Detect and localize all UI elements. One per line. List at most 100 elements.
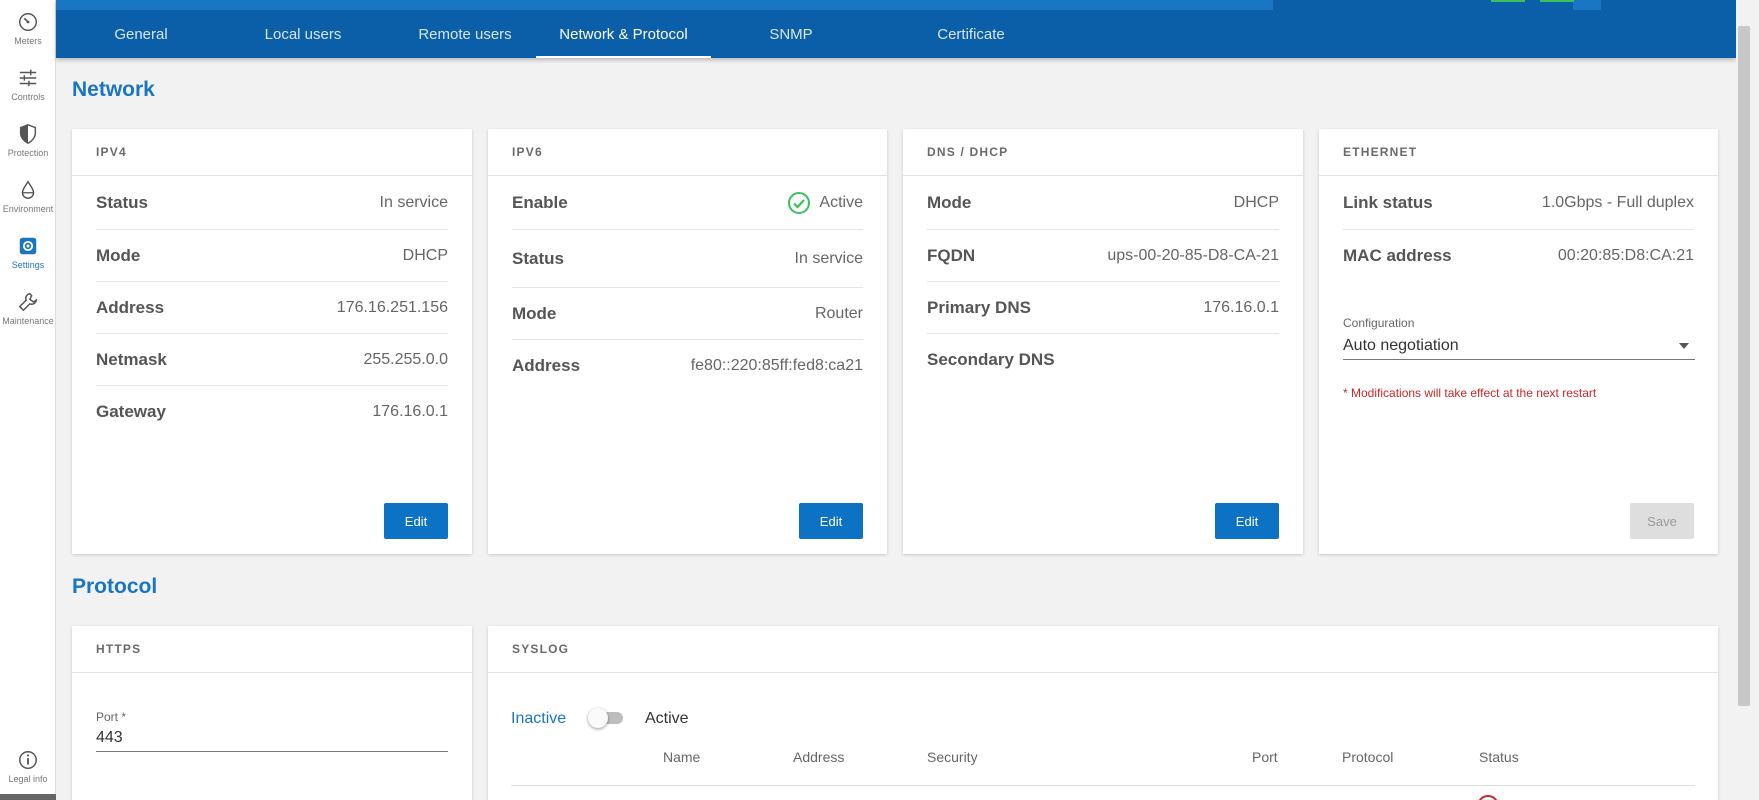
- shield-icon: [19, 123, 37, 144]
- tab-certificate[interactable]: Certificate: [896, 10, 1046, 58]
- sidebar-item-label: Environment: [2, 203, 54, 214]
- dns-fqdn-row: FQDN ups-00-20-85-D8-CA-21: [927, 230, 1279, 282]
- row-value: 176.16.0.1: [1203, 298, 1279, 316]
- ipv6-enable-row: Enable Active: [512, 177, 863, 230]
- row-value: ups-00-20-85-D8-CA-21: [1107, 246, 1279, 264]
- sidebar-item-label: Legal info: [8, 773, 48, 784]
- dns-dhcp-card: DNS / DHCP Mode DHCP FQDN ups-00-20-85-D…: [903, 129, 1303, 554]
- ethernet-save-button[interactable]: Save: [1630, 503, 1694, 539]
- sidebar-item-label: Meters: [14, 35, 42, 46]
- info-icon: [19, 750, 37, 769]
- row-value: 1.0Gbps - Full duplex: [1541, 194, 1694, 211]
- sidebar-item-protection[interactable]: Protection: [0, 112, 56, 168]
- dns-mode-row: Mode DHCP: [927, 177, 1279, 230]
- column-header-status[interactable]: Status: [1479, 749, 1519, 765]
- row-key: Gateway: [96, 402, 166, 421]
- row-key: Mode: [512, 303, 557, 323]
- row-value: 176.16.0.1: [372, 403, 448, 420]
- tab-remote-users[interactable]: Remote users: [390, 10, 540, 58]
- network-section-title: Network: [72, 78, 155, 101]
- row-key: Enable: [512, 193, 568, 212]
- column-header-protocol[interactable]: Protocol: [1342, 749, 1393, 765]
- port-label: Port *: [96, 710, 127, 724]
- ethernet-link-status-row: Link status 1.0Gbps - Full duplex: [1343, 177, 1694, 230]
- row-key: MAC address: [1343, 246, 1452, 265]
- card-title: DNS / DHCP: [903, 129, 1303, 176]
- ipv4-edit-button[interactable]: Edit: [384, 503, 448, 539]
- restart-note: * Modifications will take effect at the …: [1343, 386, 1597, 400]
- status-indicator-green: [1491, 0, 1525, 2]
- row-key: FQDN: [927, 245, 976, 265]
- row-key: Secondary DNS: [927, 350, 1055, 369]
- sidebar-item-settings[interactable]: Settings: [0, 224, 56, 280]
- ipv4-mode-row: Mode DHCP: [96, 230, 448, 282]
- row-value: In service: [794, 249, 863, 267]
- gear-icon: [19, 237, 37, 254]
- header-user-area: [1601, 0, 1736, 10]
- ipv4-address-row: Address 176.16.251.156: [96, 282, 448, 334]
- ipv6-edit-button[interactable]: Edit: [799, 503, 863, 539]
- row-key: Address: [96, 297, 165, 317]
- row-value: Active: [787, 191, 863, 215]
- sidebar-item-label: Maintenance: [2, 315, 54, 326]
- scrollbar-thumb[interactable]: [1738, 26, 1750, 706]
- syslog-inactive-label: Inactive: [511, 710, 567, 727]
- row-key: Link status: [1343, 193, 1433, 212]
- https-port-input[interactable]: 443: [96, 724, 448, 752]
- sidebar-item-controls[interactable]: Controls: [0, 56, 56, 112]
- sidebar-item-environment[interactable]: Environment: [0, 168, 56, 224]
- protocol-section-title: Protocol: [72, 575, 158, 598]
- top-header-strip: [56, 0, 1736, 10]
- tab-local-users[interactable]: Local users: [233, 10, 373, 58]
- configuration-label: Configuration: [1343, 316, 1415, 330]
- toggle-knob: [588, 708, 608, 728]
- column-header-security[interactable]: Security: [927, 749, 978, 765]
- row-key: Status: [512, 248, 564, 268]
- sidebar-item-legal-info[interactable]: Legal info: [0, 738, 56, 794]
- ipv6-mode-row: Mode Router: [512, 288, 863, 340]
- row-value: 176.16.251.156: [336, 298, 448, 316]
- row-key: Mode: [96, 245, 141, 265]
- sidebar-item-label: Settings: [11, 259, 45, 270]
- tab-general[interactable]: General: [76, 10, 206, 58]
- ipv6-status-row: Status In service: [512, 230, 863, 288]
- row-key: Mode: [927, 193, 972, 212]
- wrench-icon: [18, 292, 38, 311]
- row-key: Address: [512, 356, 581, 375]
- card-title: IPV6: [488, 129, 887, 176]
- row-key: Status: [96, 193, 148, 212]
- configuration-value: Auto negotiation: [1343, 336, 1459, 354]
- row-value: 255.255.0.0: [363, 350, 448, 368]
- table-header-divider: [511, 785, 1695, 786]
- sidebar-item-maintenance[interactable]: Maintenance: [0, 280, 56, 336]
- https-card: HTTPS Port * 443: [72, 626, 472, 800]
- column-header-address[interactable]: Address: [793, 749, 844, 765]
- tab-network-protocol[interactable]: Network & Protocol: [536, 10, 711, 58]
- check-circle-icon: [788, 192, 811, 214]
- tab-bar: General Local users Remote users Network…: [56, 0, 1736, 58]
- column-header-port[interactable]: Port: [1252, 749, 1278, 765]
- card-title: IPV4: [72, 129, 472, 176]
- error-circle-icon: [1478, 795, 1498, 800]
- syslog-toggle[interactable]: [588, 708, 624, 728]
- dns-edit-button[interactable]: Edit: [1215, 503, 1279, 539]
- ethernet-mac-row: MAC address 00:20:85:D8:CA:21: [1343, 230, 1694, 282]
- sidebar: Meters Controls Protection Environment S…: [0, 0, 56, 800]
- sidebar-bottom-bar: [0, 794, 56, 800]
- column-header-name[interactable]: Name: [663, 749, 700, 765]
- ethernet-card: ETHERNET Link status 1.0Gbps - Full dupl…: [1319, 129, 1718, 554]
- ipv4-gateway-row: Gateway 176.16.0.1: [96, 386, 448, 438]
- ipv4-netmask-row: Netmask 255.255.0.0: [96, 334, 448, 386]
- row-value: DHCP: [1233, 194, 1279, 211]
- row-key: Netmask: [96, 349, 167, 369]
- header-status-area: [1273, 0, 1573, 10]
- ipv4-status-row: Status In service: [96, 177, 448, 230]
- sidebar-item-meters[interactable]: Meters: [0, 0, 56, 56]
- syslog-active-label: Active: [645, 710, 689, 727]
- configuration-select[interactable]: Auto negotiation: [1343, 332, 1695, 360]
- tab-snmp[interactable]: SNMP: [736, 10, 846, 58]
- ipv4-card: IPV4 Status In service Mode DHCP Address…: [72, 129, 472, 554]
- row-key: Primary DNS: [927, 297, 1031, 317]
- sidebar-item-label: Protection: [7, 147, 49, 158]
- card-title: ETHERNET: [1319, 129, 1718, 176]
